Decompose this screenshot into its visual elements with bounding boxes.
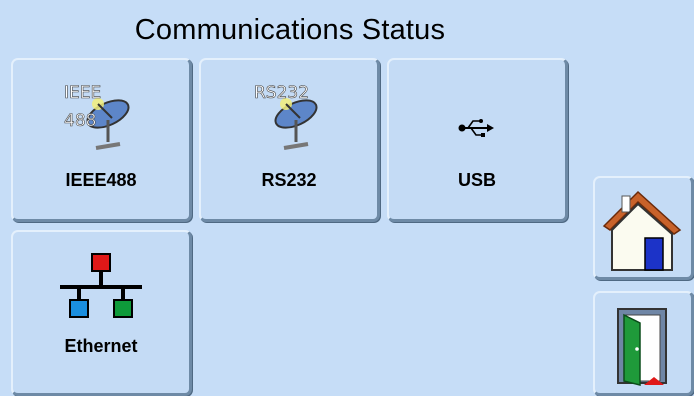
- home-icon: [595, 186, 691, 274]
- usb-icon: [389, 116, 565, 140]
- usb-label: USB: [457, 170, 496, 190]
- ethernet-button[interactable]: Ethernet: [11, 230, 192, 396]
- home-button[interactable]: [593, 176, 694, 280]
- exit-door-icon: [595, 305, 691, 387]
- usb-button[interactable]: USB: [387, 58, 568, 222]
- satellite-dish-icon: RS232: [201, 74, 377, 156]
- icon-text-top: RS232: [254, 83, 309, 103]
- rs232-button[interactable]: RS232 RS232: [199, 58, 380, 222]
- network-icon: [13, 252, 189, 322]
- ethernet-label: Ethernet: [64, 336, 138, 356]
- ieee488-label: IEEE488: [65, 170, 137, 190]
- icon-text-bottom: 488: [64, 111, 96, 131]
- ieee488-button[interactable]: IEEE 488 IEEE488: [11, 58, 192, 222]
- rs232-label: RS232: [261, 170, 317, 190]
- page-title: Communications Status: [134, 14, 446, 46]
- exit-button[interactable]: [593, 291, 694, 396]
- icon-text-top: IEEE: [64, 83, 101, 103]
- satellite-dish-icon: IEEE 488: [13, 74, 189, 156]
